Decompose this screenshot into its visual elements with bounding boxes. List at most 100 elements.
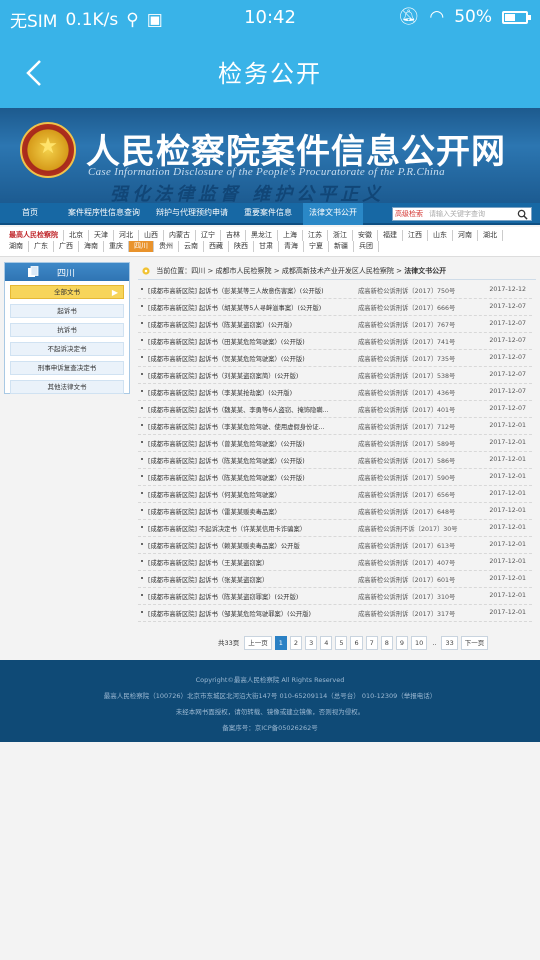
document-row[interactable]: [成都市高新区院] 起诉书（邹某某危险驾驶罪案）(公开版) 成高新检公诉刑诉〔20… — [138, 605, 532, 622]
last-page-button[interactable]: 33 — [441, 636, 458, 650]
page-number-button[interactable]: 10 — [411, 636, 428, 650]
document-row[interactable]: [成都市高新区院] 起诉书（魏某某、李勇等6人盗窃、掩饰隐瞒... 成高新检公诉刑… — [138, 401, 532, 418]
document-row[interactable]: [成都市高新区院] 起诉书（田某某危险驾驶案）(公开版) 成高新检公诉刑诉〔201… — [138, 333, 532, 350]
province-link[interactable]: 陕西 — [229, 241, 254, 252]
document-title[interactable]: [成都市高新区院] 起诉书（王某某盗窃案） — [148, 558, 348, 567]
page-number-button[interactable]: 7 — [365, 636, 378, 650]
document-title[interactable]: [成都市高新区院] 起诉书（陈某某危险驾驶案）(公开版) — [148, 456, 348, 465]
search-box[interactable]: 高级检索 请输入关键字查询 — [392, 207, 532, 221]
page-number-button[interactable]: 5 — [335, 636, 348, 650]
province-link[interactable]: 山西 — [139, 230, 164, 241]
document-title[interactable]: [成都市高新区院] 起诉书（曾某某危险驾驶案）(公开版) — [148, 439, 348, 448]
category-menu-item[interactable]: 抗诉书 — [10, 323, 124, 337]
page-number-button[interactable]: 9 — [395, 636, 409, 650]
province-link[interactable]: 北京 — [64, 230, 89, 241]
document-title[interactable]: [成都市高新区院] 起诉书（魏某某、李勇等6人盗窃、掩饰隐瞒... — [148, 405, 348, 414]
document-row[interactable]: [成都市高新区院] 起诉书（张某某盗窃案） 成高新检公诉刑诉〔2017〕601号 2… — [138, 571, 532, 588]
province-link[interactable]: 河南 — [453, 230, 478, 241]
document-row[interactable]: [成都市高新区院] 起诉书（胡某某等5人寻衅滋事案）(公开版) 成高新检公诉刑诉〔… — [138, 299, 532, 316]
province-link[interactable]: 福建 — [378, 230, 403, 241]
page-number-button[interactable]: 8 — [380, 636, 393, 650]
province-link[interactable]: 辽宁 — [196, 230, 221, 241]
search-input[interactable]: 请输入关键字查询 — [429, 209, 485, 219]
document-title[interactable]: [成都市高新区院] 不起诉决定书（许某某信用卡诈骗案） — [148, 524, 348, 533]
document-title[interactable]: [成都市高新区院] 起诉书（何某某危险驾驶案） — [148, 490, 348, 499]
breadcrumb-path[interactable]: 四川 > 成都市人民检察院 > 成都高新技术产业开发区人民检察院 > — [191, 267, 404, 275]
document-title[interactable]: [成都市高新区院] 起诉书（赖某某贩卖毒品案）公开版 — [148, 541, 348, 550]
document-row[interactable]: [成都市高新区院] 起诉书（李某某危险驾驶、使用虚假身份证... 成高新检公诉刑诉… — [138, 418, 532, 435]
document-title[interactable]: [成都市高新区院] 起诉书（陈某某盗窃罪案）(公开版) — [148, 592, 348, 601]
document-row[interactable]: [成都市高新区院] 起诉书（彭某某等三人故意伤害案）(公开版) 成高新检公诉刑诉〔… — [138, 282, 532, 299]
category-menu-item[interactable]: 起诉书 — [10, 304, 124, 318]
province-link[interactable]: 四川 — [129, 241, 154, 252]
document-row[interactable]: [成都市高新区院] 起诉书（陈某某盗窃案）(公开版) 成高新检公诉刑诉〔2017〕… — [138, 316, 532, 333]
province-link[interactable]: 浙江 — [328, 230, 353, 241]
page-number-button[interactable]: 4 — [320, 636, 333, 650]
page-number-button[interactable]: 3 — [305, 636, 318, 650]
province-link[interactable]: 山东 — [428, 230, 453, 241]
province-link[interactable]: 天津 — [89, 230, 114, 241]
province-link[interactable]: 吉林 — [221, 230, 246, 241]
category-menu-item[interactable]: 不起诉决定书 — [10, 342, 124, 356]
prev-page-button[interactable]: 上一页 — [244, 636, 272, 650]
category-menu-item[interactable]: 其他法律文书 — [10, 380, 124, 394]
page-number-button[interactable]: 1 — [274, 636, 287, 650]
province-link[interactable]: 云南 — [179, 241, 204, 252]
document-title[interactable]: [成都市高新区院] 起诉书（贺某某危险驾驶案）(公开版) — [148, 354, 348, 363]
province-link[interactable]: 重庆 — [104, 241, 129, 252]
nav-defense-appointment[interactable]: 辩护与代理预约申请 — [156, 207, 228, 218]
province-link[interactable]: 新疆 — [329, 241, 354, 252]
document-title[interactable]: [成都市高新区院] 起诉书（胡某某等5人寻衅滋事案）(公开版) — [148, 303, 348, 312]
province-link[interactable]: 海南 — [79, 241, 104, 252]
document-row[interactable]: [成都市高新区院] 起诉书（李某某抢劫案）(公开版) 成高新检公诉刑诉〔2017〕… — [138, 384, 532, 401]
province-link[interactable]: 湖北 — [478, 230, 503, 241]
search-icon[interactable] — [517, 209, 528, 220]
province-link[interactable]: 青海 — [279, 241, 304, 252]
province-link-supreme[interactable]: 最高人民检察院 — [4, 230, 64, 241]
document-row[interactable]: [成都市高新区院] 起诉书（刘某某盗窃案简）(公开版) 成高新检公诉刑诉〔2017… — [138, 367, 532, 384]
document-title[interactable]: [成都市高新区院] 起诉书（刘某某盗窃案简）(公开版) — [148, 371, 348, 380]
category-menu-item[interactable]: 刑事申诉复查决定书 — [10, 361, 124, 375]
province-link[interactable]: 宁夏 — [304, 241, 329, 252]
document-row[interactable]: [成都市高新区院] 起诉书（曾某某危险驾驶案）(公开版) 成高新检公诉刑诉〔201… — [138, 435, 532, 452]
document-row[interactable]: [成都市高新区院] 起诉书（雷某某贩卖毒品案） 成高新检公诉刑诉〔2017〕648… — [138, 503, 532, 520]
nav-home[interactable]: 首页 — [22, 207, 38, 218]
province-link[interactable]: 河北 — [114, 230, 139, 241]
page-number-button[interactable]: 6 — [350, 636, 363, 650]
document-title[interactable]: [成都市高新区院] 起诉书（彭某某等三人故意伤害案）(公开版) — [148, 286, 348, 295]
document-row[interactable]: [成都市高新区院] 起诉书（何某某危险驾驶案） 成高新检公诉刑诉〔2017〕656… — [138, 486, 532, 503]
nav-important-cases[interactable]: 重要案件信息 — [244, 207, 292, 218]
category-menu-item[interactable]: 全部文书 ▶ — [10, 285, 124, 299]
province-link[interactable]: 广西 — [54, 241, 79, 252]
document-row[interactable]: [成都市高新区院] 不起诉决定书（许某某信用卡诈骗案） 成高新检公诉刑不诉〔201… — [138, 520, 532, 537]
province-link[interactable]: 黑龙江 — [246, 230, 278, 241]
next-page-button[interactable]: 下一页 — [460, 636, 489, 650]
document-title[interactable]: [成都市高新区院] 起诉书（张某某盗窃案） — [148, 575, 348, 584]
document-title[interactable]: [成都市高新区院] 起诉书（邹某某危险驾驶罪案）(公开版) — [148, 609, 348, 618]
search-type-select[interactable]: 高级检索 — [395, 209, 423, 219]
document-title[interactable]: [成都市高新区院] 起诉书（李某某危险驾驶、使用虚假身份证... — [148, 422, 348, 431]
province-link[interactable]: 江苏 — [303, 230, 328, 241]
province-link[interactable]: 湖南 — [4, 241, 29, 252]
province-link[interactable]: 安徽 — [353, 230, 378, 241]
page-number-button[interactable]: 2 — [289, 636, 303, 650]
document-title[interactable]: [成都市高新区院] 起诉书（雷某某贩卖毒品案） — [148, 507, 348, 516]
document-title[interactable]: [成都市高新区院] 起诉书（田某某危险驾驶案）(公开版) — [148, 337, 348, 346]
province-link[interactable]: 西藏 — [204, 241, 229, 252]
document-title[interactable]: [成都市高新区院] 起诉书（陈某某危险驾驶案）(公开版) — [148, 473, 348, 482]
nav-legal-documents[interactable]: 法律文书公开 — [303, 203, 363, 225]
document-row[interactable]: [成都市高新区院] 起诉书（贺某某危险驾驶案）(公开版) 成高新检公诉刑诉〔201… — [138, 350, 532, 367]
document-row[interactable]: [成都市高新区院] 起诉书（陈某某危险驾驶案）(公开版) 成高新检公诉刑诉〔201… — [138, 469, 532, 486]
province-link[interactable]: 贵州 — [154, 241, 179, 252]
province-link[interactable]: 上海 — [278, 230, 303, 241]
province-link[interactable]: 内蒙古 — [164, 230, 196, 241]
province-link[interactable]: 甘肃 — [254, 241, 279, 252]
nav-case-query[interactable]: 案件程序性信息查询 — [68, 207, 140, 218]
document-row[interactable]: [成都市高新区院] 起诉书（王某某盗窃案） 成高新检公诉刑诉〔2017〕407号 2… — [138, 554, 532, 571]
document-title[interactable]: [成都市高新区院] 起诉书（陈某某盗窃案）(公开版) — [148, 320, 348, 329]
province-link[interactable]: 江西 — [403, 230, 428, 241]
document-title[interactable]: [成都市高新区院] 起诉书（李某某抢劫案）(公开版) — [148, 388, 348, 397]
document-row[interactable]: [成都市高新区院] 起诉书（陈某某盗窃罪案）(公开版) 成高新检公诉刑诉〔2017… — [138, 588, 532, 605]
document-row[interactable]: [成都市高新区院] 起诉书（赖某某贩卖毒品案）公开版 成高新检公诉刑诉〔2017〕… — [138, 537, 532, 554]
province-link[interactable]: 广东 — [29, 241, 54, 252]
